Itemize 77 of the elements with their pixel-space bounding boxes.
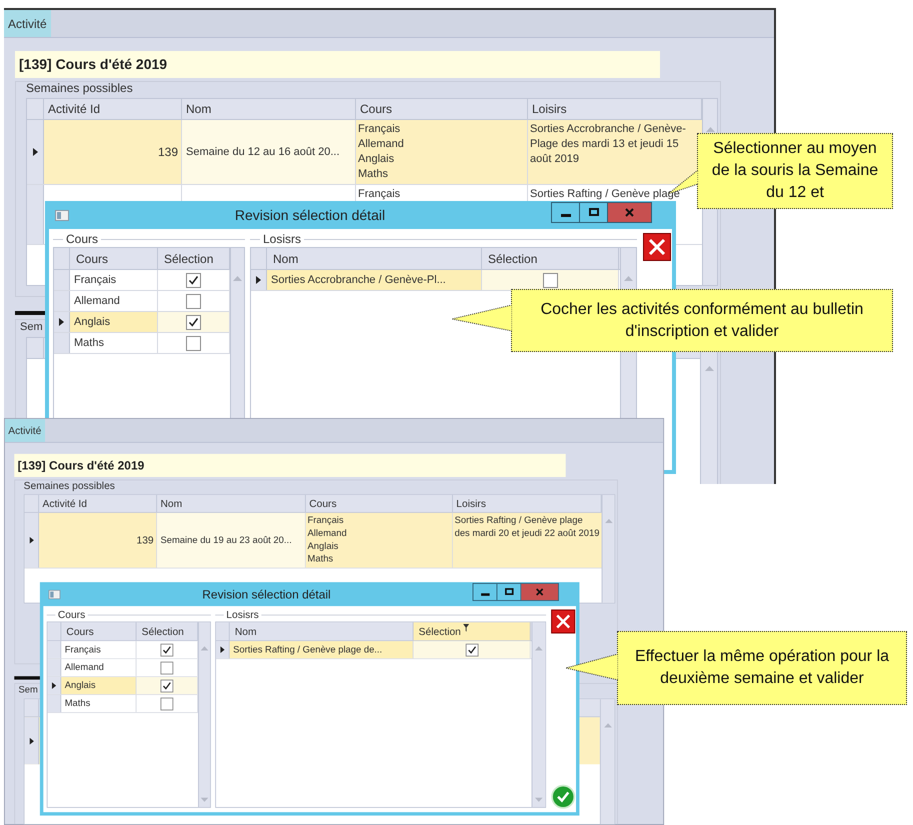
checkbox[interactable] [186, 314, 201, 330]
column-header[interactable]: Nom [267, 248, 482, 269]
column-header[interactable]: Cours [61, 622, 137, 640]
close-icon [625, 208, 634, 216]
column-header[interactable]: Sélection [482, 248, 619, 269]
dialog-title: Revision sélection détail [201, 586, 332, 603]
tab[interactable]: Activité [4, 418, 45, 442]
table-cell-text: Semaine du 19 au 23 août 20... [160, 534, 292, 548]
group-label: Cours [65, 231, 100, 247]
table-cell-text: 139 [136, 533, 154, 548]
validate-button[interactable] [551, 784, 576, 809]
close-icon [647, 237, 668, 257]
table-cell-text: Français Allemand Anglais Maths [358, 122, 405, 182]
checkbox[interactable] [160, 643, 174, 656]
column-header[interactable]: Cours [70, 248, 158, 269]
close-button[interactable] [521, 583, 558, 600]
checkbox[interactable] [465, 643, 478, 656]
checkbox[interactable] [186, 336, 201, 350]
table-cell: Sorties Rafting / Genève plage des mardi 20 et jeudi 22 août 2019 [454, 514, 600, 540]
callout-pointer [566, 654, 618, 680]
group-label: Semaines possibles [26, 81, 134, 95]
table-cell-text: Sorties Rafting / Genève plage [530, 187, 681, 202]
row-header[interactable] [48, 677, 62, 694]
window-icon [48, 589, 60, 599]
row-header[interactable] [216, 641, 230, 658]
checkbox[interactable] [160, 697, 174, 710]
filter-icon [463, 624, 470, 632]
table-cell-text: Français [358, 187, 402, 202]
column-header[interactable]: Activité Id [39, 494, 158, 512]
close-icon [536, 588, 544, 596]
checkbox[interactable] [160, 661, 174, 674]
column-header[interactable]: Nom [157, 494, 306, 512]
column-header[interactable]: Cours [306, 494, 453, 512]
close-icon [554, 612, 572, 630]
table-cell: Sorties Rafting / Genève plage de... [230, 641, 414, 658]
table-cell-text: Français Allemand Anglais Maths [308, 514, 348, 566]
column-header[interactable]: Sélection [414, 622, 531, 640]
row-marker-icon [52, 682, 56, 690]
group-label: Sem [20, 320, 43, 334]
page-title: [139] Cours d'été 2019 [15, 51, 660, 78]
checkbox[interactable] [186, 294, 201, 308]
row-header[interactable] [54, 312, 70, 332]
group-label: Sem [18, 684, 38, 696]
column-header[interactable]: Activité Id [44, 99, 182, 119]
row-marker-icon [59, 318, 64, 326]
table-cell-text: 139 [158, 144, 178, 161]
group-label: Semaines possibles [24, 480, 116, 492]
group-label: Losisrs [225, 608, 260, 622]
column-header[interactable]: Cours [356, 99, 528, 119]
checkbox[interactable] [186, 272, 201, 288]
tab[interactable]: Activité [4, 10, 51, 37]
dialog-title: Revision sélection détail [234, 206, 386, 224]
group-label: Cours [56, 608, 86, 622]
checkmark-icon [556, 789, 571, 804]
table-cell: Anglais [70, 312, 158, 332]
table-cell-text: Semaine du 12 au 16 août 20... [186, 144, 340, 160]
page-title: [139] Cours d'été 2019 [14, 454, 566, 477]
table-cell: Français [61, 641, 137, 658]
callout-pointer [452, 305, 512, 331]
group-label: Losisrs [262, 231, 302, 247]
cancel-button[interactable] [643, 233, 672, 261]
table-cell: Anglais [61, 677, 137, 694]
row-marker-icon [32, 148, 38, 156]
window-icon [55, 210, 69, 220]
column-header[interactable]: Nom [182, 99, 356, 119]
table-cell-text: Sorties Accrobranche / Genève-Plage des mardi 13 et jeudi 15 août 2019 [530, 122, 687, 167]
table-cell: Sorties Accrobranche / Genève-Pl... [267, 270, 482, 290]
row-marker-icon [220, 646, 225, 654]
row-marker-icon [29, 737, 34, 744]
checkbox[interactable] [542, 272, 558, 288]
close-button[interactable] [608, 202, 651, 222]
cancel-button[interactable] [551, 610, 576, 634]
row-marker-icon [256, 276, 261, 284]
checkbox[interactable] [160, 679, 174, 692]
row-marker-icon [29, 536, 34, 544]
row-header[interactable] [251, 270, 267, 290]
column-header[interactable]: Sélection [136, 622, 198, 640]
